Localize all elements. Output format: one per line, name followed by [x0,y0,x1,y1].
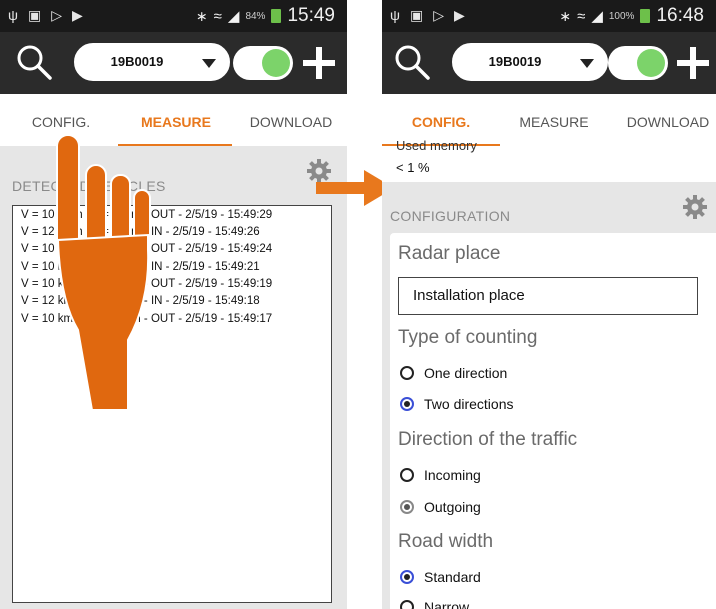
radio-button[interactable] [400,397,414,411]
clock: 15:49 [287,5,335,26]
usb-icon: ψ [390,7,400,23]
wifi-icon: ≈ [213,7,222,25]
used-memory-value: < 1 % [396,160,430,175]
signal-icon: ◢ [227,8,240,25]
configuration-card: Radar place Installation place Type of c… [390,233,716,609]
notification-icons: ψ ▣ ▷ ▶ [390,7,465,24]
device-select[interactable]: 19B0019 [452,43,608,81]
device-select-value: 19B0019 [488,54,542,69]
radio-button[interactable] [400,366,414,380]
usb-icon: ψ [8,7,18,23]
search-icon[interactable] [14,42,54,82]
bluetooth-icon: ∗ [195,7,208,24]
cast-icon: ▷ [433,7,444,23]
image-icon: ▣ [27,7,42,23]
tab-config[interactable]: CONFIG. [30,114,92,130]
radio-label: One direction [424,365,508,381]
radio-label: Outgoing [424,499,481,515]
radio-incoming[interactable]: Incoming [400,467,481,483]
battery-icon [640,9,651,23]
battery-percent: 100% [608,10,635,22]
notification-icons: ψ ▣ ▷ ▶ [8,7,83,24]
used-memory-label: Used memory [396,138,477,153]
add-icon[interactable] [674,44,712,82]
radar-place-input[interactable]: Installation place [398,277,698,315]
radio-label: Narrow [424,599,470,609]
tab-download[interactable]: DOWNLOAD [246,114,336,130]
list-item: V = 10 km/h - L = 0.7 m - OUT - 2/5/19 -… [21,209,273,221]
list-item: V = 10 km/h - L = 0.6 m - IN - 2/5/19 - … [21,261,260,273]
radio-one-direction[interactable]: One direction [400,365,507,381]
list-item: V = 12 km/h - L = 0.7 m - IN - 2/5/19 - … [21,226,260,238]
radio-two-directions[interactable]: Two directions [400,396,513,412]
add-icon[interactable] [300,44,338,82]
battery-icon [271,9,282,23]
memory-panel: Used memory < 1 % [382,138,716,182]
device-select[interactable]: 19B0019 [74,43,230,81]
radio-button[interactable] [400,468,414,482]
radio-label: Standard [424,569,481,585]
radio-label: Two directions [424,396,514,412]
status-bar: ψ ▣ ▷ ▶ ∗ ≈ ◢ 100% 16:48 [382,0,716,32]
cast-icon: ▷ [51,7,62,23]
app-toolbar: 19B0019 [0,32,347,94]
status-bar: ψ ▣ ▷ ▶ ∗ ≈ ◢ 84% 15:49 [0,0,347,32]
detected-vehicles-list: V = 10 km/h - L = 0.7 m - OUT - 2/5/19 -… [12,205,332,603]
toggle-knob [637,49,665,77]
road-width-label: Road width [398,531,494,552]
radio-button[interactable] [400,570,414,584]
radio-standard[interactable]: Standard [400,569,481,585]
section-title: DETECTED VEHICLES [12,178,166,194]
battery-percent: 84% [245,10,266,22]
device-select-value: 19B0019 [110,54,164,69]
list-item: V = 12 km/h - L = 0.7 m - IN - 2/5/19 - … [21,295,260,307]
chevron-down-icon [202,59,216,68]
list-item: V = 10 km/h - L = 0.6 m - OUT - 2/5/19 -… [21,243,273,255]
radio-button[interactable] [400,500,414,514]
radar-toggle[interactable] [233,46,293,80]
play-icon: ▶ [454,7,465,23]
section-title: CONFIGURATION [390,208,511,224]
left-phone-screen: ψ ▣ ▷ ▶ ∗ ≈ ◢ 84% 15:49 19B0019 CONFIG. … [0,0,347,609]
tab-measure[interactable]: MEASURE [514,114,594,130]
tab-download[interactable]: DOWNLOAD [622,114,714,130]
wifi-icon: ≈ [577,7,586,25]
signal-icon: ◢ [591,8,603,25]
radio-narrow[interactable]: Narrow [400,599,469,609]
tab-measure[interactable]: MEASURE [136,114,216,130]
clock: 16:48 [656,5,704,26]
radio-outgoing[interactable]: Outgoing [400,499,481,515]
gear-icon[interactable] [682,194,708,220]
radar-place-label: Radar place [398,243,501,264]
right-phone-screen: ψ ▣ ▷ ▶ ∗ ≈ ◢ 100% 16:48 19B0019 CONFIG.… [382,0,716,609]
active-tab-indicator [118,144,232,146]
direction-label: Direction of the traffic [398,429,578,450]
list-item: V = 10 km/h - L = 0.5 m - OUT - 2/5/19 -… [21,313,273,325]
bluetooth-icon: ∗ [559,7,572,24]
radio-label: Incoming [424,467,481,483]
radar-toggle[interactable] [608,46,668,80]
toggle-knob [262,49,290,77]
chevron-down-icon [580,59,594,68]
tab-bar: CONFIG. MEASURE DOWNLOAD [0,94,347,146]
search-icon[interactable] [392,42,432,82]
type-of-counting-label: Type of counting [398,327,538,348]
play-icon: ▶ [72,7,83,23]
app-toolbar: 19B0019 [382,32,716,94]
list-item: V = 10 km/h - L = 0.9 m - OUT - 2/5/19 -… [21,278,273,290]
image-icon: ▣ [409,7,424,23]
radio-button[interactable] [400,600,414,609]
tab-config[interactable]: CONFIG. [406,114,476,130]
